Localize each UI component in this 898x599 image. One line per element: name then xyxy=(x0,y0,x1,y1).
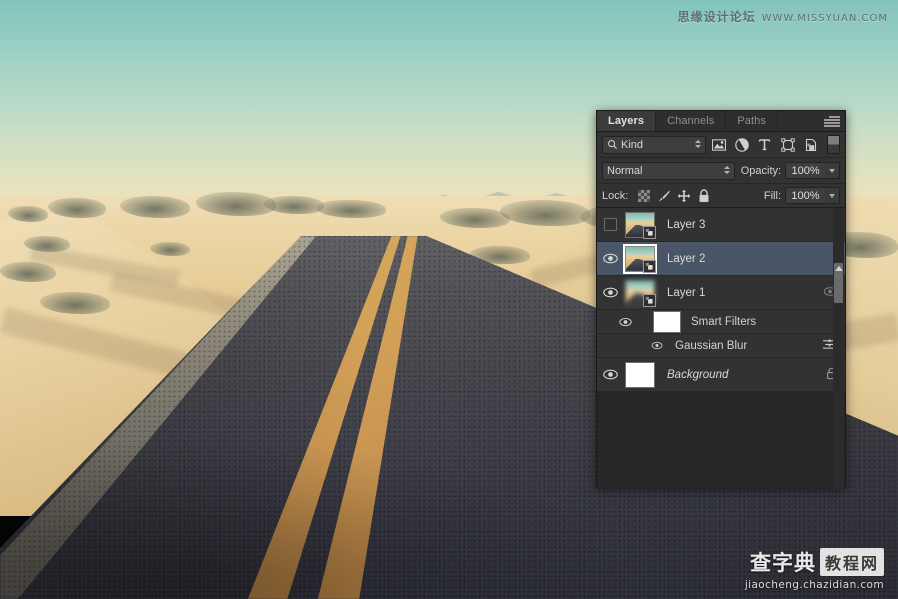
layer-row-layer-1[interactable]: Layer 1 xyxy=(597,276,845,310)
smart-object-icon xyxy=(643,260,656,273)
smart-filters-mask-thumbnail[interactable] xyxy=(653,311,681,333)
opacity-input[interactable]: 100% xyxy=(785,162,826,179)
filter-enable-toggle[interactable] xyxy=(827,135,840,154)
visibility-toggle-background[interactable] xyxy=(597,369,623,380)
eye-icon xyxy=(603,287,618,298)
layer-name-layer-2: Layer 2 xyxy=(667,253,845,265)
watermark-top-cn: 思缘设计论坛 xyxy=(678,10,756,24)
layer-thumbnail-wrap-layer-1[interactable] xyxy=(625,280,655,306)
watermark-bottom: 查字典 教程网 jiaocheng.chazidian.com xyxy=(745,547,884,591)
tab-paths[interactable]: Paths xyxy=(726,111,778,131)
layer-thumbnail-wrap-layer-3[interactable] xyxy=(625,212,655,238)
eye-icon xyxy=(619,317,632,327)
layer-thumbnail-wrap-background[interactable] xyxy=(625,362,655,388)
watermark-bottom-brand: 查字典 xyxy=(750,547,816,577)
lock-fill-bar: Lock: Fill: 100% xyxy=(597,184,845,208)
chevron-updown-icon xyxy=(724,166,730,174)
filter-pixel-layers-button[interactable] xyxy=(708,135,729,155)
filter-shape-layers-button[interactable] xyxy=(777,135,798,155)
layer-name-layer-1: Layer 1 xyxy=(667,287,823,299)
opacity-value: 100% xyxy=(792,165,820,177)
layer-row-layer-3[interactable]: Layer 3 xyxy=(597,208,845,242)
filter-type-layers-button[interactable] xyxy=(754,135,775,155)
layer-list-empty-area xyxy=(597,392,845,489)
smart-object-icon xyxy=(643,294,656,307)
tab-layers-label: Layers xyxy=(608,115,644,127)
layer-name-background: Background xyxy=(667,369,826,381)
layer-thumbnail-wrap-layer-2[interactable] xyxy=(625,246,655,272)
layer-row-layer-2[interactable]: Layer 2 xyxy=(597,242,845,276)
layer-thumbnail-background xyxy=(625,362,655,388)
eye-off-icon xyxy=(604,218,617,231)
watermark-top: 思缘设计论坛 WWW.MISSYUAN.COM xyxy=(678,8,888,25)
fill-label: Fill: xyxy=(764,190,781,202)
watermark-bottom-badge: 教程网 xyxy=(820,548,884,576)
tab-layers[interactable]: Layers xyxy=(597,111,656,131)
eye-icon xyxy=(603,253,618,264)
panel-tab-bar: Layers Channels Paths xyxy=(597,111,845,132)
blend-mode-select[interactable]: Normal xyxy=(602,162,735,180)
lock-position-button[interactable] xyxy=(674,187,694,205)
lock-image-pixels-button[interactable] xyxy=(654,187,674,205)
tab-channels-label: Channels xyxy=(667,115,714,127)
eye-icon xyxy=(651,341,663,350)
blend-opacity-bar: Normal Opacity: 100% xyxy=(597,158,845,184)
smart-filters-label: Smart Filters xyxy=(691,316,756,328)
layer-name-layer-3: Layer 3 xyxy=(667,219,845,231)
filter-kind-select[interactable]: Kind xyxy=(602,136,706,154)
visibility-toggle-gaussian-blur[interactable] xyxy=(597,341,665,350)
smart-object-icon xyxy=(643,226,656,239)
filter-adjustment-layers-button[interactable] xyxy=(731,135,752,155)
lock-label: Lock: xyxy=(602,190,628,202)
opacity-label: Opacity: xyxy=(741,165,781,177)
screenshot-root: 思缘设计论坛 WWW.MISSYUAN.COM 查字典 教程网 jiaocheng… xyxy=(0,0,898,599)
layers-scrollbar[interactable] xyxy=(833,208,844,489)
lock-all-button[interactable] xyxy=(694,187,714,205)
smart-filter-label-gaussian-blur: Gaussian Blur xyxy=(675,340,747,352)
smart-filters-row[interactable]: Smart Filters xyxy=(597,310,845,334)
eye-icon xyxy=(603,369,618,380)
layers-panel[interactable]: Layers Channels Paths Kind xyxy=(596,110,846,488)
layer-filter-bar: Kind xyxy=(597,132,845,158)
fill-value: 100% xyxy=(791,190,819,202)
layer-row-background[interactable]: Background xyxy=(597,358,845,392)
fill-dropdown-arrow[interactable] xyxy=(825,187,840,204)
visibility-toggle-smart-filters[interactable] xyxy=(597,317,653,327)
layer-list[interactable]: Layer 3 Layer 2 xyxy=(597,208,845,489)
visibility-toggle-layer-1[interactable] xyxy=(597,287,623,298)
smart-filter-row-gaussian-blur[interactable]: Gaussian Blur xyxy=(597,334,845,358)
tab-paths-label: Paths xyxy=(737,115,766,127)
chevron-updown-icon xyxy=(695,140,701,148)
watermark-top-url: WWW.MISSYUAN.COM xyxy=(762,13,888,24)
watermark-bottom-url: jiaocheng.chazidian.com xyxy=(745,579,884,591)
visibility-toggle-layer-2[interactable] xyxy=(597,253,623,264)
tab-channels[interactable]: Channels xyxy=(656,111,726,131)
fill-input[interactable]: 100% xyxy=(785,187,826,204)
panel-menu-icon[interactable] xyxy=(824,116,840,127)
blend-mode-value: Normal xyxy=(607,165,642,177)
visibility-toggle-layer-3[interactable] xyxy=(597,218,623,231)
filter-smart-objects-button[interactable] xyxy=(800,135,821,155)
search-icon xyxy=(607,139,618,150)
lock-transparent-pixels-button[interactable] xyxy=(634,187,654,205)
scroll-up-arrow-icon[interactable] xyxy=(835,266,843,271)
opacity-dropdown-arrow[interactable] xyxy=(825,162,840,179)
filter-kind-label: Kind xyxy=(621,139,643,151)
